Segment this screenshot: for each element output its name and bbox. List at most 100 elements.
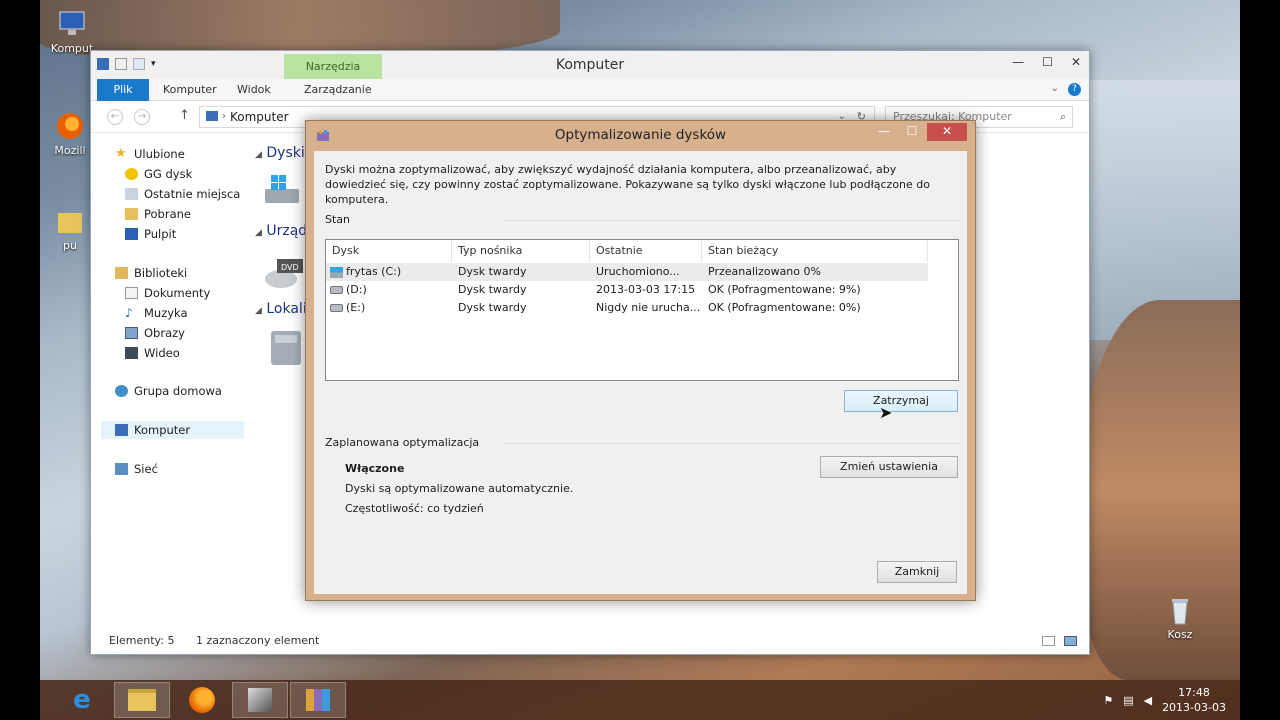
close-dialog-button[interactable]: Zamknij <box>877 561 957 583</box>
status-bar: Elementy: 5 1 zaznaczony element <box>91 628 1089 654</box>
ribbon-tabs: Plik Komputer Widok Zarządzanie ⌄ ? <box>91 79 1089 101</box>
taskbar-file-explorer[interactable] <box>114 682 170 718</box>
up-button[interactable]: ↑ <box>179 108 190 123</box>
close-button[interactable]: ✕ <box>1071 55 1081 69</box>
nav-label: Biblioteki <box>134 266 188 280</box>
desktop-icon-label: Kosz <box>1167 628 1193 641</box>
network-drive-icon[interactable] <box>267 327 307 371</box>
taskbar-optimize-drives[interactable] <box>290 682 346 718</box>
details-view-icon[interactable] <box>1042 636 1055 646</box>
nav-gg-disk[interactable]: GG dysk <box>125 165 192 183</box>
internet-explorer-icon: e <box>73 685 91 715</box>
schedule-description: Dyski są optymalizowane automatycznie. <box>345 482 574 495</box>
minimize-button[interactable]: — <box>1012 55 1024 69</box>
explorer-titlebar: ▾ Narzędzia dysków Komputer — ☐ ✕ <box>91 51 1089 98</box>
nav-desktop[interactable]: Pulpit <box>125 225 176 243</box>
cell-last-run: 2013-03-03 17:15 <box>596 283 696 296</box>
pictures-icon <box>125 327 138 339</box>
item-count: Elementy: 5 <box>109 634 175 647</box>
nav-downloads[interactable]: Pobrane <box>125 205 191 223</box>
change-settings-button[interactable]: Zmień ustawienia <box>820 456 958 478</box>
cell-last-run: Nigdy nie urucha... <box>596 301 701 314</box>
collapse-icon: ◢ <box>255 150 262 160</box>
dialog-body: Dyski można zoptymalizować, aby zwiększy… <box>314 151 967 594</box>
homegroup-icon <box>115 385 128 397</box>
nav-documents[interactable]: Dokumenty <box>125 284 210 302</box>
windows-drive-icon[interactable] <box>263 171 303 211</box>
cell-disk: (E:) <box>346 301 366 314</box>
stop-button[interactable]: Zatrzymaj <box>844 390 958 412</box>
chevron-down-icon[interactable]: ⌄ <box>1051 83 1059 94</box>
table-row[interactable]: (D:) Dysk twardy 2013-03-03 17:15 OK (Po… <box>326 281 928 299</box>
recycle-bin-icon <box>1164 594 1196 626</box>
hard-drive-icon <box>330 286 343 294</box>
cell-status: OK (Pofragmentowane: 0%) <box>708 301 861 314</box>
cell-type: Dysk twardy <box>458 283 527 296</box>
desktop-icon-recycle-bin[interactable]: Kosz <box>1150 594 1210 641</box>
system-tray: ⚑ ▤ ◀ 17:48 2013-03-03 <box>1103 684 1226 716</box>
network-icon[interactable]: ▤ <box>1123 694 1133 707</box>
nav-recent-places[interactable]: Ostatnie miejsca <box>125 185 240 203</box>
divider <box>504 443 959 444</box>
back-button[interactable]: ← <box>107 109 123 125</box>
tab-view[interactable]: Widok <box>237 79 271 101</box>
cell-status: Przeanalizowano 0% <box>708 265 821 278</box>
schedule-state: Włączone <box>345 462 405 475</box>
minimize-button[interactable]: — <box>871 123 897 141</box>
table-row[interactable]: frytas (C:) Dysk twardy Uruchomiono... P… <box>326 263 928 281</box>
column-header-media-type[interactable]: Typ nośnika <box>452 240 590 262</box>
windows-drive-icon <box>330 266 343 278</box>
column-header-disk[interactable]: Dysk <box>326 240 452 262</box>
scheduled-section-label: Zaplanowana optymalizacja <box>325 436 480 449</box>
gg-icon <box>125 168 138 180</box>
tab-file[interactable]: Plik <box>97 79 149 101</box>
nav-network[interactable]: Sieć <box>115 460 158 478</box>
maximize-button[interactable]: ☐ <box>899 123 925 141</box>
firefox-icon <box>54 110 86 142</box>
nav-videos[interactable]: Wideo <box>125 344 180 362</box>
action-center-icon[interactable]: ⚑ <box>1103 694 1113 707</box>
file-explorer-icon <box>128 689 156 711</box>
taskbar-internet-explorer[interactable]: e <box>54 682 110 718</box>
nav-label: Dokumenty <box>144 286 211 300</box>
desktop-icon-computer[interactable]: Komput <box>42 8 102 55</box>
recent-places-icon <box>125 188 138 200</box>
maximize-button[interactable]: ☐ <box>1042 55 1053 69</box>
desktop-icon-label: Mozill <box>54 144 86 157</box>
taskbar-app[interactable] <box>232 682 288 718</box>
clock[interactable]: 17:48 2013-03-03 <box>1162 685 1226 715</box>
close-button[interactable]: ✕ <box>927 123 967 141</box>
volume-icon[interactable]: ◀ <box>1144 694 1152 707</box>
drives-list[interactable]: Dysk Typ nośnika Ostatnie uruchomi... St… <box>325 239 959 381</box>
help-icon[interactable]: ? <box>1068 83 1081 96</box>
table-row[interactable]: (E:) Dysk twardy Nigdy nie urucha... OK … <box>326 299 928 317</box>
tab-computer[interactable]: Komputer <box>163 79 217 101</box>
nav-music[interactable]: ♪ Muzyka <box>125 304 188 322</box>
nav-label: Komputer <box>134 423 191 437</box>
nav-label: Ulubione <box>134 147 185 161</box>
desktop-icon-label: pu <box>63 239 77 252</box>
network-icon <box>115 463 128 475</box>
dvd-drive-icon[interactable]: DVD <box>263 249 307 293</box>
nav-label: Pobrane <box>144 207 191 221</box>
nav-homegroup[interactable]: Grupa domowa <box>115 382 222 400</box>
downloads-icon <box>125 208 138 220</box>
computer-icon <box>56 8 88 40</box>
svg-text:DVD: DVD <box>281 263 299 272</box>
dialog-window-controls: — ☐ ✕ <box>871 123 967 141</box>
tab-manage[interactable]: Zarządzanie <box>304 79 372 101</box>
status-section-label: Stan <box>325 213 351 226</box>
nav-pictures[interactable]: Obrazy <box>125 324 185 342</box>
column-header-current-status[interactable]: Stan bieżący <box>702 240 928 262</box>
address-text: Komputer <box>230 110 289 124</box>
dialog-description: Dyski można zoptymalizować, aby zwiększy… <box>325 163 930 206</box>
large-icons-view-icon[interactable] <box>1064 636 1077 646</box>
taskbar-firefox[interactable] <box>174 682 230 718</box>
nav-favorites[interactable]: ★ Ulubione <box>115 145 185 163</box>
collapse-icon: ◢ <box>255 228 262 238</box>
folder-icon <box>54 205 86 237</box>
forward-button[interactable]: → <box>134 109 150 125</box>
nav-computer[interactable]: Komputer <box>101 421 244 439</box>
column-header-last-run[interactable]: Ostatnie uruchomi... <box>590 240 702 279</box>
nav-libraries[interactable]: Biblioteki <box>115 264 187 282</box>
